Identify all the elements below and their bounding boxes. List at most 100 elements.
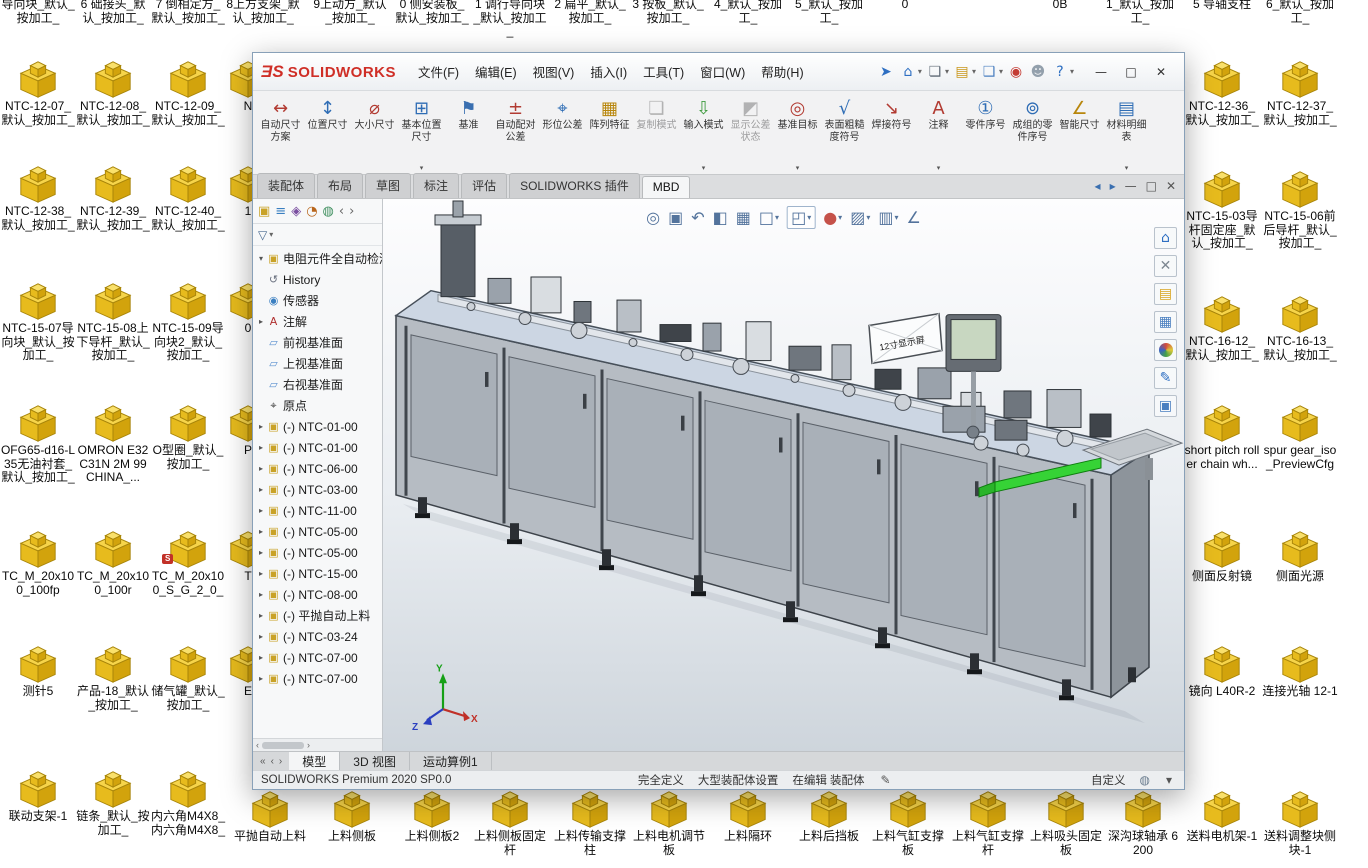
- markup-icon[interactable]: ✎: [1154, 367, 1177, 389]
- tree-item-right-plane[interactable]: ▱ 右视基准面: [253, 374, 382, 395]
- desktop-icon[interactable]: NTC-12-39_默认_按加工_: [75, 163, 151, 232]
- tree-item-subassembly[interactable]: ▸ ▣ (-) NTC-05-00: [253, 521, 382, 542]
- desktop-icon[interactable]: 上料隔环: [710, 788, 786, 844]
- desktop-icon[interactable]: 送料电机架-1: [1184, 788, 1260, 844]
- zoom-area-icon[interactable]: ▣: [668, 208, 683, 227]
- status-expand-icon[interactable]: ▾: [1166, 773, 1172, 787]
- desktop-icon[interactable]: NTC-15-03导杆固定座_默认_按加工_: [1184, 168, 1260, 251]
- expander-icon[interactable]: ▸: [256, 464, 266, 473]
- open-icon[interactable]: ▤ ▾: [953, 64, 976, 80]
- desktop-icon[interactable]: 侧面光源: [1262, 528, 1338, 584]
- featuremanager-tab-icon[interactable]: ▣: [258, 204, 270, 219]
- edit-icon[interactable]: ▣: [1154, 395, 1177, 417]
- balloon-button[interactable]: ① 零件序号: [962, 94, 1009, 174]
- expander-icon[interactable]: ▸: [256, 422, 266, 431]
- tab-scroll-left-icon[interactable]: ‹: [271, 756, 274, 767]
- edit-appearance-icon[interactable]: ● ▾: [823, 208, 842, 227]
- show-tolerance-status-button[interactable]: ◩ 显示公差状态: [727, 94, 774, 174]
- tree-item-origin[interactable]: ⌖ 原点: [253, 395, 382, 416]
- tree-item-subassembly[interactable]: ▸ ▣ (-) NTC-08-00: [253, 584, 382, 605]
- tree-item-annotations[interactable]: ▸ A 注解: [253, 311, 382, 332]
- tree-item-subassembly[interactable]: ▸ ▣ (-) NTC-03-00: [253, 479, 382, 500]
- desktop-icon[interactable]: NTC-12-07_默认_按加工_: [0, 58, 76, 127]
- hide-show-items-icon[interactable]: ▦: [736, 208, 751, 227]
- location-dimension-button[interactable]: ↕ 位置尺寸: [304, 94, 351, 174]
- desktop-icon[interactable]: 连接光轴 12-1: [1262, 643, 1338, 699]
- auto-dimension-scheme-button[interactable]: ↔ 自动尺寸方案: [257, 94, 304, 174]
- panel-tab-scroll-left-icon[interactable]: ‹: [339, 204, 344, 219]
- tree-item-subassembly[interactable]: ▸ ▣ (-) NTC-15-00: [253, 563, 382, 584]
- desktop-icon[interactable]: 侧面反射镜: [1184, 528, 1260, 584]
- measure-icon[interactable]: ∠: [906, 208, 920, 227]
- tree-item-subassembly[interactable]: ▸ ▣ (-) NTC-07-00: [253, 647, 382, 668]
- tree-item-subassembly[interactable]: ▸ ▣ (-) NTC-01-00: [253, 437, 382, 458]
- desktop-icon[interactable]: 上料后挡板: [791, 788, 867, 844]
- tab-evaluate[interactable]: 评估: [461, 173, 507, 198]
- displaymanager-tab-icon[interactable]: ◍: [323, 204, 334, 219]
- tree-item-top-plane[interactable]: ▱ 上视基准面: [253, 353, 382, 374]
- desktop-icon[interactable]: 8上方支架_默认_按加工_: [225, 0, 301, 25]
- copy-scheme-button[interactable]: ❏ 复制模式: [633, 94, 680, 174]
- desktop-icon[interactable]: NTC-16-13_默认_按加工_: [1262, 293, 1338, 362]
- auto-mating-tolerance-button[interactable]: ± 自动配对公差: [492, 94, 539, 174]
- desktop-icon[interactable]: 0B: [1022, 0, 1098, 12]
- desktop-icon[interactable]: 上料气缸支撑板: [870, 788, 946, 857]
- desktop-icon[interactable]: 链条_默认_按加工_: [75, 768, 151, 837]
- desktop-icon[interactable]: 上料侧板2: [394, 788, 470, 844]
- edit-assembly-icon[interactable]: ✎: [881, 773, 891, 787]
- menu-item[interactable]: 编辑(E): [467, 58, 525, 85]
- desktop-icon[interactable]: 上料侧板固定杆: [472, 788, 548, 857]
- desktop-icon[interactable]: 3 按板_默认_按加工_: [630, 0, 706, 25]
- desktop-icon[interactable]: 0: [867, 0, 943, 12]
- basic-location-dimension-button[interactable]: ⊞ 基本位置尺寸 ▾: [398, 94, 445, 174]
- display-style-icon[interactable]: □ ▾: [759, 208, 779, 227]
- tree-item-history[interactable]: ↺ History: [253, 269, 382, 290]
- tab-layout[interactable]: 布局: [317, 173, 363, 198]
- weld-symbol-button[interactable]: ↘ 焊接符号: [868, 94, 915, 174]
- expander-icon[interactable]: ▸: [256, 527, 266, 536]
- section-view-icon[interactable]: ◧: [713, 208, 728, 227]
- maximize-button[interactable]: □: [1116, 60, 1146, 84]
- user-icon[interactable]: ☻: [1029, 64, 1047, 80]
- tab-scroll-start-icon[interactable]: «: [260, 756, 266, 767]
- desktop-icon[interactable]: TC_M_20x100_100fp: [0, 528, 76, 597]
- apply-scene-icon[interactable]: ▨ ▾: [850, 208, 870, 227]
- desktop-icon[interactable]: NTC-15-07导向块_默认_按加工_: [0, 280, 76, 363]
- menu-item[interactable]: 视图(V): [525, 58, 583, 85]
- close-button[interactable]: ✕: [1146, 60, 1176, 84]
- expander-icon[interactable]: ▸: [256, 506, 266, 515]
- scroll-right-icon[interactable]: ›: [307, 740, 310, 750]
- desktop-icon[interactable]: 内六角M4X8_内六角M4X8_: [150, 768, 226, 837]
- tree-horizontal-scrollbar[interactable]: ‹ ›: [253, 738, 382, 751]
- menu-item[interactable]: 帮助(H): [753, 58, 811, 85]
- tree-item-subassembly[interactable]: ▸ ▣ (-) NTC-06-00: [253, 458, 382, 479]
- desktop-icon[interactable]: 上料传输支撑柱: [552, 788, 628, 857]
- tree-root-assembly[interactable]: ▾ ▣ 电阻元件全自动检测: [253, 248, 382, 269]
- render-globe-icon[interactable]: [1154, 339, 1177, 361]
- tab-model[interactable]: 模型: [289, 752, 340, 770]
- desktop-icon[interactable]: 6 础接头_默认_按加工_: [75, 0, 151, 25]
- desktop-icon[interactable]: 上料侧板: [314, 788, 390, 844]
- desktop-icon[interactable]: 测针5: [0, 643, 76, 699]
- desktop-icon[interactable]: NTC-16-12_默认_按加工_: [1184, 293, 1260, 362]
- desktop-icon[interactable]: NTC-15-06前后导杆_默认_按加工_: [1262, 168, 1338, 251]
- tree-item-subassembly[interactable]: ▸ ▣ (-) NTC-05-00: [253, 542, 382, 563]
- tab-sketch[interactable]: 草图: [365, 173, 411, 198]
- tree-item-subassembly[interactable]: ▸ ▣ (-) NTC-11-00: [253, 500, 382, 521]
- tab-3d-views[interactable]: 3D 视图: [340, 752, 410, 770]
- tab-mbd[interactable]: MBD: [642, 176, 691, 198]
- propertymanager-tab-icon[interactable]: ≡: [275, 204, 286, 219]
- menu-item[interactable]: 插入(I): [582, 58, 635, 85]
- doc-minimize-icon[interactable]: —: [1125, 179, 1137, 193]
- desktop-icon[interactable]: 9上动方_默认_按加工_: [312, 0, 388, 25]
- desktop-icon[interactable]: NTC-12-08_默认_按加工_: [75, 58, 151, 127]
- doc-close-icon[interactable]: ✕: [1166, 179, 1176, 193]
- pane-previous-icon[interactable]: ◂: [1095, 179, 1101, 193]
- desktop-icon[interactable]: 上料吸头固定板: [1028, 788, 1104, 857]
- desktop-icon[interactable]: OFG65-d16-L35无油衬套_默认_按加工_: [0, 402, 76, 485]
- desktop-icon[interactable]: spur gear_iso_PreviewCfg: [1262, 402, 1338, 471]
- view-settings-icon[interactable]: ▥ ▾: [878, 208, 898, 227]
- pane-next-icon[interactable]: ▸: [1110, 179, 1116, 193]
- dimxpertmanager-tab-icon[interactable]: ◔: [306, 204, 317, 219]
- desktop-icon[interactable]: 1 调行导向块_默认_按加工_: [472, 0, 548, 39]
